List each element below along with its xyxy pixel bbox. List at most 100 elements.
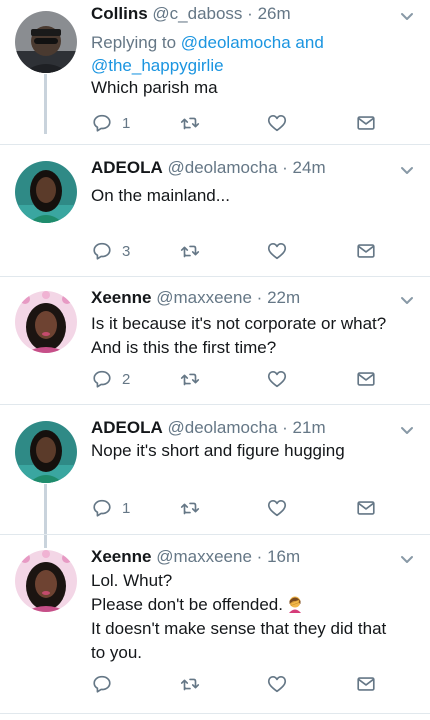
timestamp[interactable]: 21m bbox=[293, 418, 326, 437]
tweet-text: On the mainland... bbox=[91, 184, 421, 208]
tweet-header: ADEOLA @deolamocha · 24m bbox=[91, 157, 326, 179]
replying-to-prefix: Replying to bbox=[91, 33, 177, 52]
tweet-header: Xeenne @maxxeene · 22m bbox=[91, 287, 300, 309]
chevron-down-icon[interactable] bbox=[398, 161, 416, 179]
avatar[interactable] bbox=[15, 11, 77, 73]
tweet-text: Is it because it's not corporate or what… bbox=[91, 312, 421, 360]
retweet-icon bbox=[179, 112, 201, 134]
user-handle[interactable]: @maxxeene bbox=[156, 288, 252, 307]
like-button[interactable] bbox=[266, 111, 297, 135]
replying-and[interactable]: and bbox=[295, 33, 323, 52]
separator-dot: · bbox=[282, 418, 288, 437]
reply-button[interactable] bbox=[91, 672, 122, 696]
action-bar: 2 bbox=[91, 367, 391, 391]
reply-icon bbox=[91, 368, 113, 390]
reply-icon bbox=[91, 240, 113, 262]
envelope-icon bbox=[355, 497, 377, 519]
tweet-text-line: And is this the first time? bbox=[91, 338, 277, 357]
envelope-icon bbox=[355, 112, 377, 134]
tweet-text-line: Which parish ma bbox=[91, 78, 218, 97]
retweet-icon bbox=[179, 497, 201, 519]
tweet-text-line: Lol. Whut? bbox=[91, 571, 173, 590]
display-name[interactable]: Xeenne bbox=[91, 288, 151, 307]
replying-to: Replying to @deolamocha and @the_happygi… bbox=[91, 31, 411, 77]
user-handle[interactable]: @c_daboss bbox=[152, 4, 242, 23]
retweet-button[interactable] bbox=[179, 367, 210, 391]
display-name[interactable]: Xeenne bbox=[91, 547, 151, 566]
tweet-text-line: On the mainland... bbox=[91, 186, 230, 205]
user-handle[interactable]: @deolamocha bbox=[168, 158, 278, 177]
reply-count: 1 bbox=[122, 114, 131, 132]
like-button[interactable] bbox=[266, 496, 297, 520]
timestamp[interactable]: 24m bbox=[293, 158, 326, 177]
timestamp[interactable]: 22m bbox=[267, 288, 300, 307]
tweet-text-line: Is it because it's not corporate or what… bbox=[91, 314, 387, 333]
user-handle[interactable]: @maxxeene bbox=[156, 547, 252, 566]
envelope-icon bbox=[355, 673, 377, 695]
display-name[interactable]: ADEOLA bbox=[91, 158, 163, 177]
mention-link[interactable]: @the_happygirlie bbox=[91, 56, 224, 75]
timestamp[interactable]: 16m bbox=[267, 547, 300, 566]
heart-icon bbox=[266, 368, 288, 390]
reply-icon bbox=[91, 112, 113, 134]
tweet[interactable]: Xeenne @maxxeene · 22m Is it because it'… bbox=[0, 287, 430, 405]
heart-icon bbox=[266, 240, 288, 262]
tweet[interactable]: ADEOLA @deolamocha · 24m On the mainland… bbox=[0, 157, 430, 275]
chevron-down-icon[interactable] bbox=[398, 421, 416, 439]
retweet-button[interactable] bbox=[179, 111, 210, 135]
retweet-button[interactable] bbox=[179, 496, 210, 520]
action-bar bbox=[91, 672, 391, 696]
reply-count: 1 bbox=[122, 499, 131, 517]
tweet-divider bbox=[0, 534, 430, 535]
reply-button[interactable]: 2 bbox=[91, 367, 130, 391]
reply-icon bbox=[91, 673, 113, 695]
display-name[interactable]: ADEOLA bbox=[91, 418, 163, 437]
tweet[interactable]: ADEOLA @deolamocha · 21m Nope it's short… bbox=[0, 417, 430, 535]
like-button[interactable] bbox=[266, 672, 297, 696]
reply-button[interactable]: 3 bbox=[91, 239, 130, 263]
chevron-down-icon[interactable] bbox=[398, 7, 416, 25]
separator-dot: · bbox=[247, 4, 253, 23]
retweet-icon bbox=[179, 368, 201, 390]
retweet-button[interactable] bbox=[179, 239, 210, 263]
direct-message-button[interactable] bbox=[355, 239, 377, 263]
action-bar: 3 bbox=[91, 239, 391, 263]
mention-link[interactable]: @deolamocha bbox=[181, 33, 291, 52]
avatar[interactable] bbox=[15, 291, 77, 353]
reply-count: 2 bbox=[122, 370, 131, 388]
tweet-text: Lol. Whut? Please don't be offended. It … bbox=[91, 569, 421, 665]
tweet-text: Nope it's short and figure hugging bbox=[91, 439, 421, 463]
action-bar: 1 bbox=[91, 496, 391, 520]
retweet-button[interactable] bbox=[179, 672, 210, 696]
like-button[interactable] bbox=[266, 367, 297, 391]
tweet-divider bbox=[0, 404, 430, 405]
direct-message-button[interactable] bbox=[355, 367, 377, 391]
heart-icon bbox=[266, 112, 288, 134]
chevron-down-icon[interactable] bbox=[398, 291, 416, 309]
reply-count: 3 bbox=[122, 242, 131, 260]
envelope-icon bbox=[355, 368, 377, 390]
like-button[interactable] bbox=[266, 239, 297, 263]
direct-message-button[interactable] bbox=[355, 111, 377, 135]
retweet-icon bbox=[179, 673, 201, 695]
reply-icon bbox=[91, 497, 113, 519]
reply-button[interactable]: 1 bbox=[91, 111, 130, 135]
tweet[interactable]: Collins @c_daboss · 26m Replying to @deo… bbox=[0, 3, 430, 143]
tweet-divider bbox=[0, 276, 430, 277]
tweet-header: Collins @c_daboss · 26m bbox=[91, 3, 291, 25]
tweet-text: Which parish ma bbox=[91, 76, 421, 100]
direct-message-button[interactable] bbox=[355, 672, 377, 696]
chevron-down-icon[interactable] bbox=[398, 550, 416, 568]
avatar[interactable] bbox=[15, 161, 77, 223]
avatar[interactable] bbox=[15, 421, 77, 483]
avatar[interactable] bbox=[15, 550, 77, 612]
user-handle[interactable]: @deolamocha bbox=[168, 418, 278, 437]
reply-button[interactable]: 1 bbox=[91, 496, 130, 520]
direct-message-button[interactable] bbox=[355, 496, 377, 520]
separator-dot: · bbox=[256, 288, 263, 307]
display-name[interactable]: Collins bbox=[91, 4, 148, 23]
heart-icon bbox=[266, 497, 288, 519]
tweet-text-segment: Please don't be offended. bbox=[91, 595, 283, 614]
tweet[interactable]: Xeenne @maxxeene · 16m Lol. Whut? Please… bbox=[0, 546, 430, 716]
timestamp[interactable]: 26m bbox=[258, 4, 291, 23]
